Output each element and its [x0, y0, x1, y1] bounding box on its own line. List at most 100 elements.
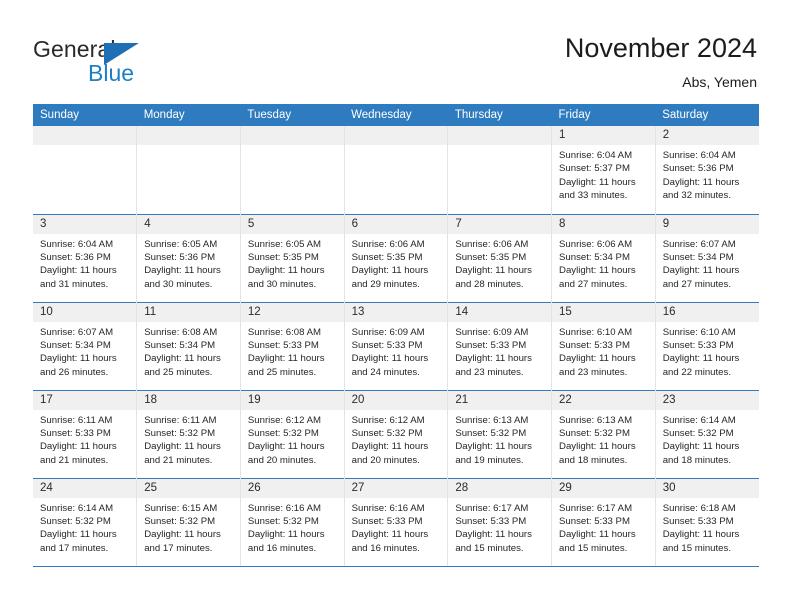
day-cell[interactable]: 1 Sunrise: 6:04 AM Sunset: 5:37 PM Daylight… — [551, 126, 656, 214]
daylight-text: Daylight: 11 hours — [40, 529, 117, 541]
sunset-text: Sunset: 5:33 PM — [662, 515, 734, 527]
page-subtitle: Abs, Yemen — [682, 74, 757, 90]
sunset-text: Sunset: 5:34 PM — [662, 251, 734, 263]
day-cell[interactable]: 15 Sunrise: 6:10 AM Sunset: 5:33 PM Dayligh… — [551, 301, 656, 390]
day-cell[interactable]: 12 Sunrise: 6:08 AM Sunset: 5:33 PM Dayligh… — [239, 301, 345, 390]
day-number: 1 — [552, 126, 655, 145]
day-number: 6 — [344, 214, 448, 234]
day-cell[interactable]: 4 Sunrise: 6:05 AM Sunset: 5:36 PM Daylight… — [136, 213, 241, 302]
day-cell[interactable]: 19 Sunrise: 6:12 AM Sunset: 5:32 PM Dayligh… — [239, 389, 345, 478]
calendar-week-row: 24 Sunrise: 6:14 AM Sunset: 5:32 PM Dayligh… — [33, 477, 759, 567]
sunrise-text: Sunrise: 6:10 AM — [662, 326, 736, 338]
day-details: Sunrise: 6:18 AM Sunset: 5:33 PM Daylight:… — [656, 498, 759, 556]
sunset-text: Sunset: 5:32 PM — [351, 427, 423, 439]
sunrise-text: Sunrise: 6:16 AM — [247, 502, 321, 514]
daylight-text: and 21 minutes. — [144, 454, 213, 466]
day-number: 8 — [552, 214, 655, 234]
day-details: Sunrise: 6:08 AM Sunset: 5:34 PM Daylight:… — [137, 322, 240, 380]
daylight-text: and 26 minutes. — [40, 366, 109, 378]
sunrise-text: Sunrise: 6:13 AM — [559, 414, 633, 426]
day-cell[interactable]: 22 Sunrise: 6:13 AM Sunset: 5:32 PM Dayligh… — [551, 389, 656, 478]
day-details: Sunrise: 6:06 AM Sunset: 5:35 PM Daylight:… — [345, 234, 448, 292]
sunrise-text: Sunrise: 6:04 AM — [662, 150, 736, 161]
daylight-text: Daylight: 11 hours — [559, 265, 636, 277]
day-details: Sunrise: 6:09 AM Sunset: 5:33 PM Daylight:… — [345, 322, 448, 380]
daylight-text: and 28 minutes. — [455, 278, 524, 290]
daylight-text: Daylight: 11 hours — [559, 529, 636, 541]
day-cell[interactable]: 29 Sunrise: 6:17 AM Sunset: 5:33 PM Dayligh… — [551, 477, 656, 567]
day-cell[interactable]: 13 Sunrise: 6:09 AM Sunset: 5:33 PM Dayligh… — [343, 301, 448, 390]
sunrise-text: Sunrise: 6:14 AM — [40, 502, 114, 514]
day-number: 9 — [655, 214, 759, 234]
sunrise-text: Sunrise: 6:10 AM — [559, 326, 633, 338]
day-cell[interactable]: 25 Sunrise: 6:15 AM Sunset: 5:32 PM Dayligh… — [136, 477, 241, 567]
calendar-week-row: 3 Sunrise: 6:04 AM Sunset: 5:36 PM Daylight… — [33, 213, 759, 302]
sunrise-text: Sunrise: 6:05 AM — [247, 238, 321, 250]
day-cell[interactable]: 17 Sunrise: 6:11 AM Sunset: 5:33 PM Dayligh… — [33, 389, 137, 478]
sunrise-text: Sunrise: 6:16 AM — [351, 502, 425, 514]
weekday-header-thursday: Thursday — [447, 104, 552, 126]
daylight-text: and 16 minutes. — [351, 542, 420, 554]
day-details: Sunrise: 6:07 AM Sunset: 5:34 PM Daylight:… — [656, 234, 759, 292]
daylight-text: and 24 minutes. — [351, 366, 420, 378]
calendar-page: General Blue November 2024 Abs, Yemen Su… — [0, 0, 792, 612]
day-details: Sunrise: 6:09 AM Sunset: 5:33 PM Daylight:… — [448, 322, 551, 380]
brand-logo[interactable]: General Blue — [33, 36, 213, 88]
day-cell[interactable]: 24 Sunrise: 6:14 AM Sunset: 5:32 PM Dayligh… — [33, 477, 137, 567]
daylight-text: Daylight: 11 hours — [351, 441, 429, 453]
day-details: Sunrise: 6:12 AM Sunset: 5:32 PM Daylight:… — [345, 410, 448, 468]
day-cell[interactable]: 18 Sunrise: 6:11 AM Sunset: 5:32 PM Dayligh… — [136, 389, 241, 478]
sunrise-text: Sunrise: 6:06 AM — [351, 238, 425, 250]
daylight-text: and 30 minutes. — [144, 278, 213, 290]
sunrise-text: Sunrise: 6:17 AM — [559, 502, 633, 514]
daylight-text: Daylight: 11 hours — [144, 265, 221, 277]
day-cell[interactable]: 3 Sunrise: 6:04 AM Sunset: 5:36 PM Daylight… — [33, 213, 137, 302]
day-details: Sunrise: 6:08 AM Sunset: 5:33 PM Daylight:… — [241, 322, 344, 380]
sunrise-text: Sunrise: 6:12 AM — [247, 414, 321, 426]
day-cell[interactable]: 16 Sunrise: 6:10 AM Sunset: 5:33 PM Dayligh… — [654, 301, 759, 390]
day-number: 22 — [552, 390, 655, 410]
day-number: 27 — [344, 478, 448, 498]
sunrise-text: Sunrise: 6:13 AM — [455, 414, 529, 426]
day-cell[interactable]: 14 Sunrise: 6:09 AM Sunset: 5:33 PM Dayligh… — [447, 301, 552, 390]
day-details: Sunrise: 6:14 AM Sunset: 5:32 PM Daylight:… — [656, 410, 759, 468]
day-cell-empty — [33, 126, 137, 214]
day-cell[interactable]: 21 Sunrise: 6:13 AM Sunset: 5:32 PM Dayligh… — [447, 389, 552, 478]
sunset-text: Sunset: 5:32 PM — [144, 515, 216, 527]
day-cell[interactable]: 9 Sunrise: 6:07 AM Sunset: 5:34 PM Daylight… — [654, 213, 759, 302]
daylight-text: Daylight: 11 hours — [559, 441, 636, 453]
day-number — [240, 126, 344, 145]
day-details: Sunrise: 6:16 AM Sunset: 5:32 PM Daylight:… — [241, 498, 344, 556]
day-details: Sunrise: 6:10 AM Sunset: 5:33 PM Daylight:… — [552, 322, 655, 380]
day-cell[interactable]: 8 Sunrise: 6:06 AM Sunset: 5:34 PM Daylight… — [551, 213, 656, 302]
day-cell[interactable]: 2 Sunrise: 6:04 AM Sunset: 5:36 PM Daylight… — [654, 126, 759, 214]
day-number: 3 — [33, 214, 137, 234]
sunrise-text: Sunrise: 6:07 AM — [40, 326, 114, 338]
day-cell[interactable]: 11 Sunrise: 6:08 AM Sunset: 5:34 PM Dayligh… — [136, 301, 241, 390]
daylight-text: Daylight: 11 hours — [351, 353, 429, 365]
day-number: 29 — [552, 478, 655, 498]
day-details: Sunrise: 6:04 AM Sunset: 5:37 PM Daylight:… — [552, 145, 655, 203]
day-number: 20 — [344, 390, 448, 410]
sunset-text: Sunset: 5:32 PM — [40, 515, 111, 527]
day-cell[interactable]: 23 Sunrise: 6:14 AM Sunset: 5:32 PM Dayligh… — [654, 389, 759, 478]
sunset-text: Sunset: 5:33 PM — [455, 515, 527, 527]
day-cell[interactable]: 20 Sunrise: 6:12 AM Sunset: 5:32 PM Dayligh… — [343, 389, 448, 478]
day-cell[interactable]: 28 Sunrise: 6:17 AM Sunset: 5:33 PM Dayligh… — [447, 477, 552, 567]
day-cell[interactable]: 5 Sunrise: 6:05 AM Sunset: 5:35 PM Daylight… — [239, 213, 345, 302]
day-cell[interactable]: 26 Sunrise: 6:16 AM Sunset: 5:32 PM Dayligh… — [239, 477, 345, 567]
day-cell[interactable]: 30 Sunrise: 6:18 AM Sunset: 5:33 PM Dayligh… — [654, 477, 759, 567]
day-cell[interactable]: 6 Sunrise: 6:06 AM Sunset: 5:35 PM Daylight… — [343, 213, 448, 302]
sunrise-text: Sunrise: 6:18 AM — [662, 502, 736, 514]
sunset-text: Sunset: 5:33 PM — [455, 339, 527, 351]
day-number: 14 — [448, 302, 552, 322]
day-details: Sunrise: 6:15 AM Sunset: 5:32 PM Daylight:… — [137, 498, 240, 556]
daylight-text: Daylight: 11 hours — [247, 353, 325, 365]
day-cell[interactable]: 10 Sunrise: 6:07 AM Sunset: 5:34 PM Dayligh… — [33, 301, 137, 390]
weekday-header-wednesday: Wednesday — [344, 104, 448, 126]
day-cell[interactable]: 7 Sunrise: 6:06 AM Sunset: 5:35 PM Daylight… — [447, 213, 552, 302]
daylight-text: and 19 minutes. — [455, 454, 524, 466]
sunset-text: Sunset: 5:34 PM — [559, 251, 630, 263]
sunrise-text: Sunrise: 6:08 AM — [144, 326, 218, 338]
day-cell[interactable]: 27 Sunrise: 6:16 AM Sunset: 5:33 PM Dayligh… — [343, 477, 448, 567]
